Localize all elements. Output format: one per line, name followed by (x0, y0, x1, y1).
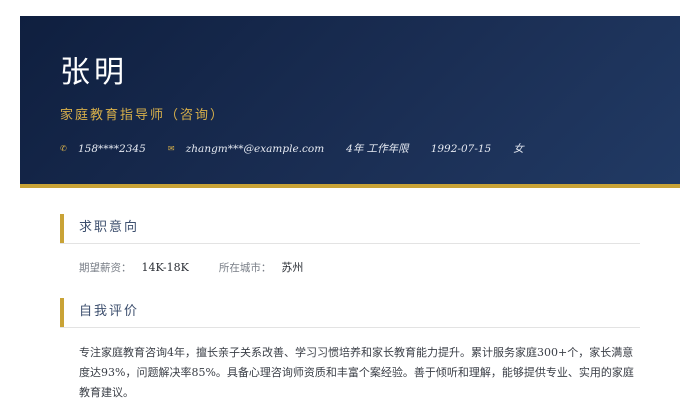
contact-birthdate: 1992-07-15 (431, 144, 492, 155)
mail-icon: ✉ (167, 144, 175, 154)
job-intention-section: 求职意向 (60, 214, 640, 244)
work-experience: 4年 工作年限 (346, 143, 409, 155)
contact-experience: 4年 工作年限 (346, 144, 409, 155)
self-evaluation-section: 自我评价 (60, 298, 640, 328)
city-label: 所在城市： (218, 262, 272, 274)
contact-email: ✉ zhangm***@example.com (168, 144, 324, 155)
section-header: 自我评价 (60, 298, 640, 328)
job-title: 家庭教育指导师（咨询） (60, 108, 226, 123)
resume-header: 张明 家庭教育指导师（咨询） ✆ 158****2345 ✉ zhangm***… (20, 16, 680, 188)
salary-label: 期望薪资： (79, 262, 132, 274)
city-value: 苏州 (281, 261, 304, 274)
contact-info-row: ✆ 158****2345 ✉ zhangm***@example.com 4年… (60, 144, 546, 155)
contact-gender: 女 (513, 144, 524, 155)
section-accent-bar (60, 298, 64, 327)
birth-date: 1992-07-15 (430, 143, 492, 155)
gender: 女 (513, 143, 524, 155)
phone-icon: ✆ (60, 144, 67, 154)
section-header: 求职意向 (60, 214, 640, 244)
job-intention-details: 期望薪资： 14K-18K 所在城市： 苏州 (79, 262, 303, 274)
section-title: 求职意向 (79, 220, 140, 235)
section-title: 自我评价 (79, 304, 140, 319)
self-evaluation-text: 专注家庭教育咨询4年，擅长亲子关系改善、学习习惯培养和家长教育能力提升。累计服务… (79, 346, 634, 399)
email-address: zhangm***@example.com (185, 143, 325, 155)
salary-value: 14K-18K (141, 261, 189, 274)
section-accent-bar (60, 214, 64, 243)
candidate-name: 张明 (60, 55, 128, 90)
contact-phone: ✆ 158****2345 (60, 144, 146, 155)
phone-number: 158****2345 (78, 143, 146, 155)
